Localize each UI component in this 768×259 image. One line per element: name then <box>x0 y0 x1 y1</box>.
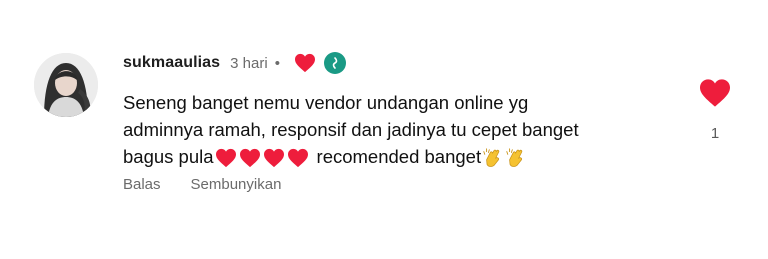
red-heart-emoji <box>239 149 260 168</box>
hide-button[interactable]: Sembunyikan <box>191 176 282 193</box>
avatar[interactable] <box>34 53 98 117</box>
comment-text-line: adminnya ramah, responsif dan jadinya tu… <box>123 119 579 140</box>
creator-logo-icon <box>332 57 338 69</box>
red-hearts-emoji-group <box>215 148 311 168</box>
comment-text-segment: bagus pula <box>123 146 214 167</box>
comment-meta: sukmaaulias 3 hari • <box>123 50 346 76</box>
comment-item: sukmaaulias 3 hari • Seneng banget nemu … <box>0 0 768 259</box>
red-heart-emoji <box>215 149 236 168</box>
clapping-hands-emoji <box>483 148 500 167</box>
comment-text-line-last: bagus pula recomended banget <box>123 143 683 170</box>
comment-text-segment: recomended banget <box>316 146 482 167</box>
creator-heart-icon <box>294 53 316 73</box>
red-heart-emoji <box>263 149 284 168</box>
avatar-photo <box>34 53 98 117</box>
comment-text: Seneng banget nemu vendor undangan onlin… <box>123 89 683 170</box>
separator-dot: • <box>274 54 280 72</box>
like-count: 1 <box>710 125 720 142</box>
creator-avatar <box>323 52 346 74</box>
comment-actions: Balas Sembunyikan <box>123 176 281 193</box>
reply-button[interactable]: Balas <box>123 176 161 193</box>
like-heart-icon[interactable] <box>694 78 736 108</box>
comment-text-line: Seneng banget nemu vendor undangan onlin… <box>123 92 529 113</box>
timestamp: 3 hari <box>230 54 268 72</box>
like-control: 1 <box>694 78 736 142</box>
username[interactable]: sukmaaulias <box>123 54 220 72</box>
red-heart-emoji <box>287 149 308 168</box>
clapping-hands-emoji <box>506 148 523 167</box>
clapping-hands-emoji-group <box>481 147 527 169</box>
